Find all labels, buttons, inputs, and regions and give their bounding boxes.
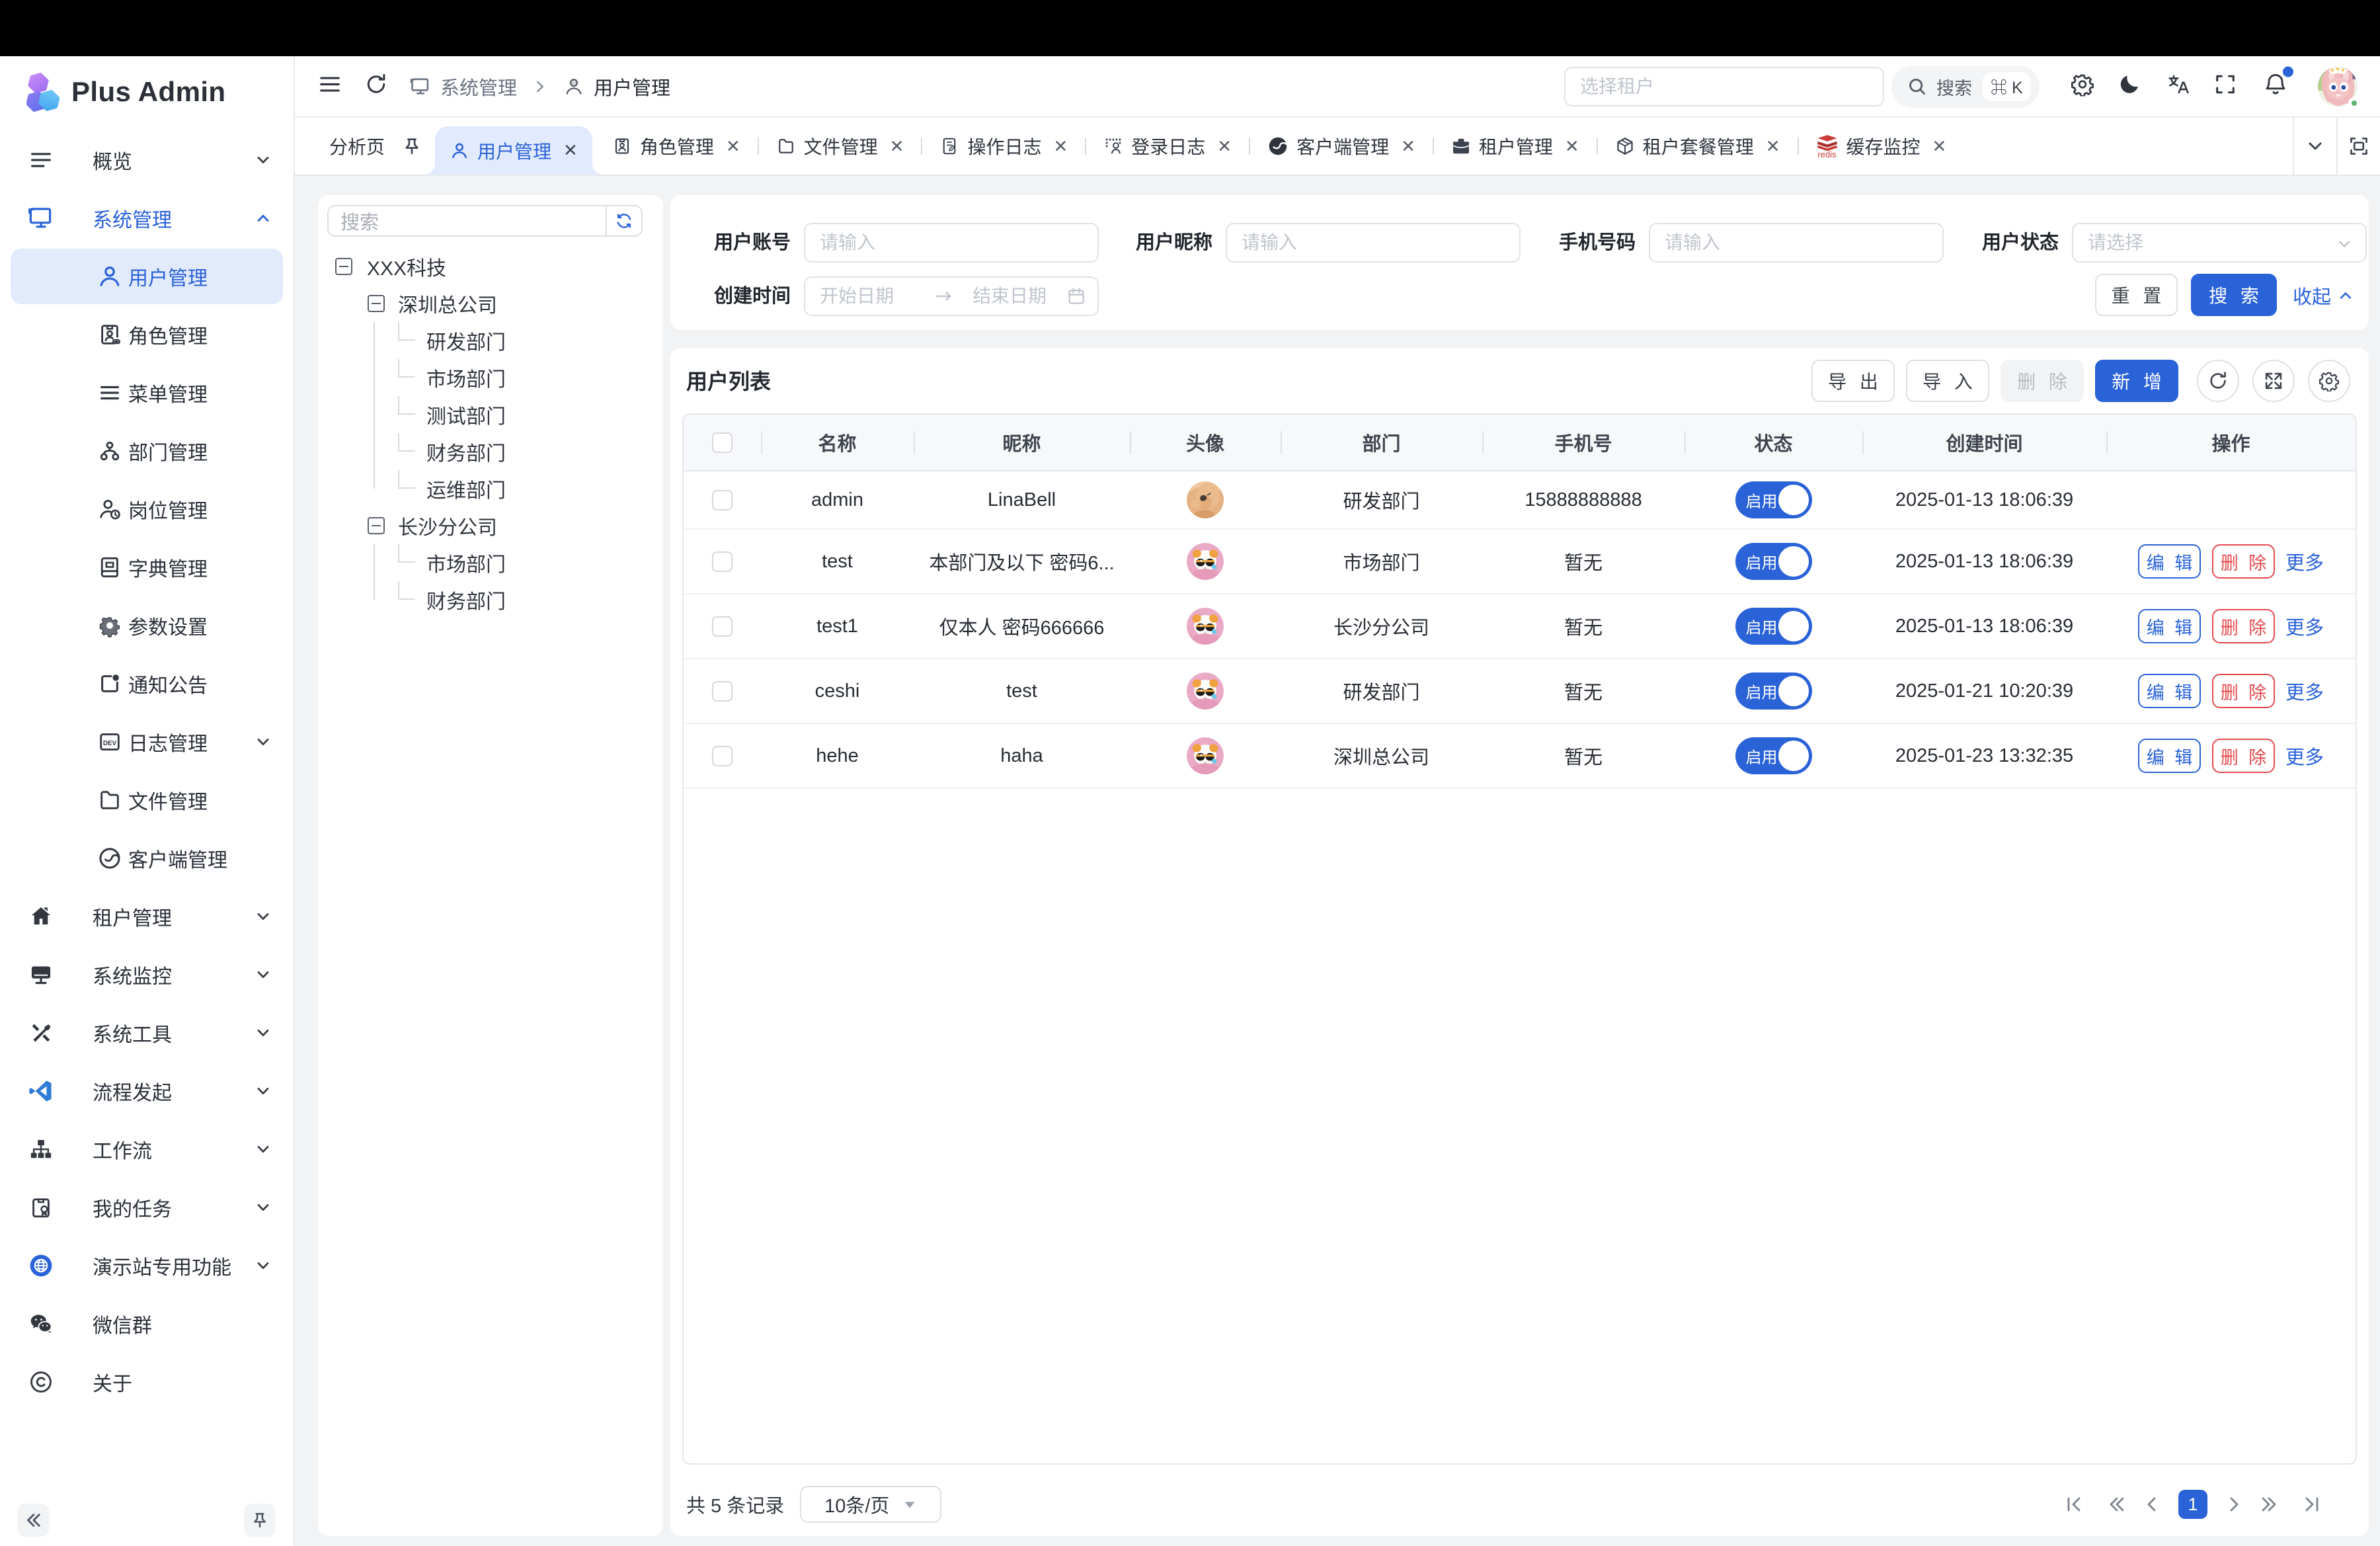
svg-text:DEV: DEV xyxy=(103,740,117,747)
